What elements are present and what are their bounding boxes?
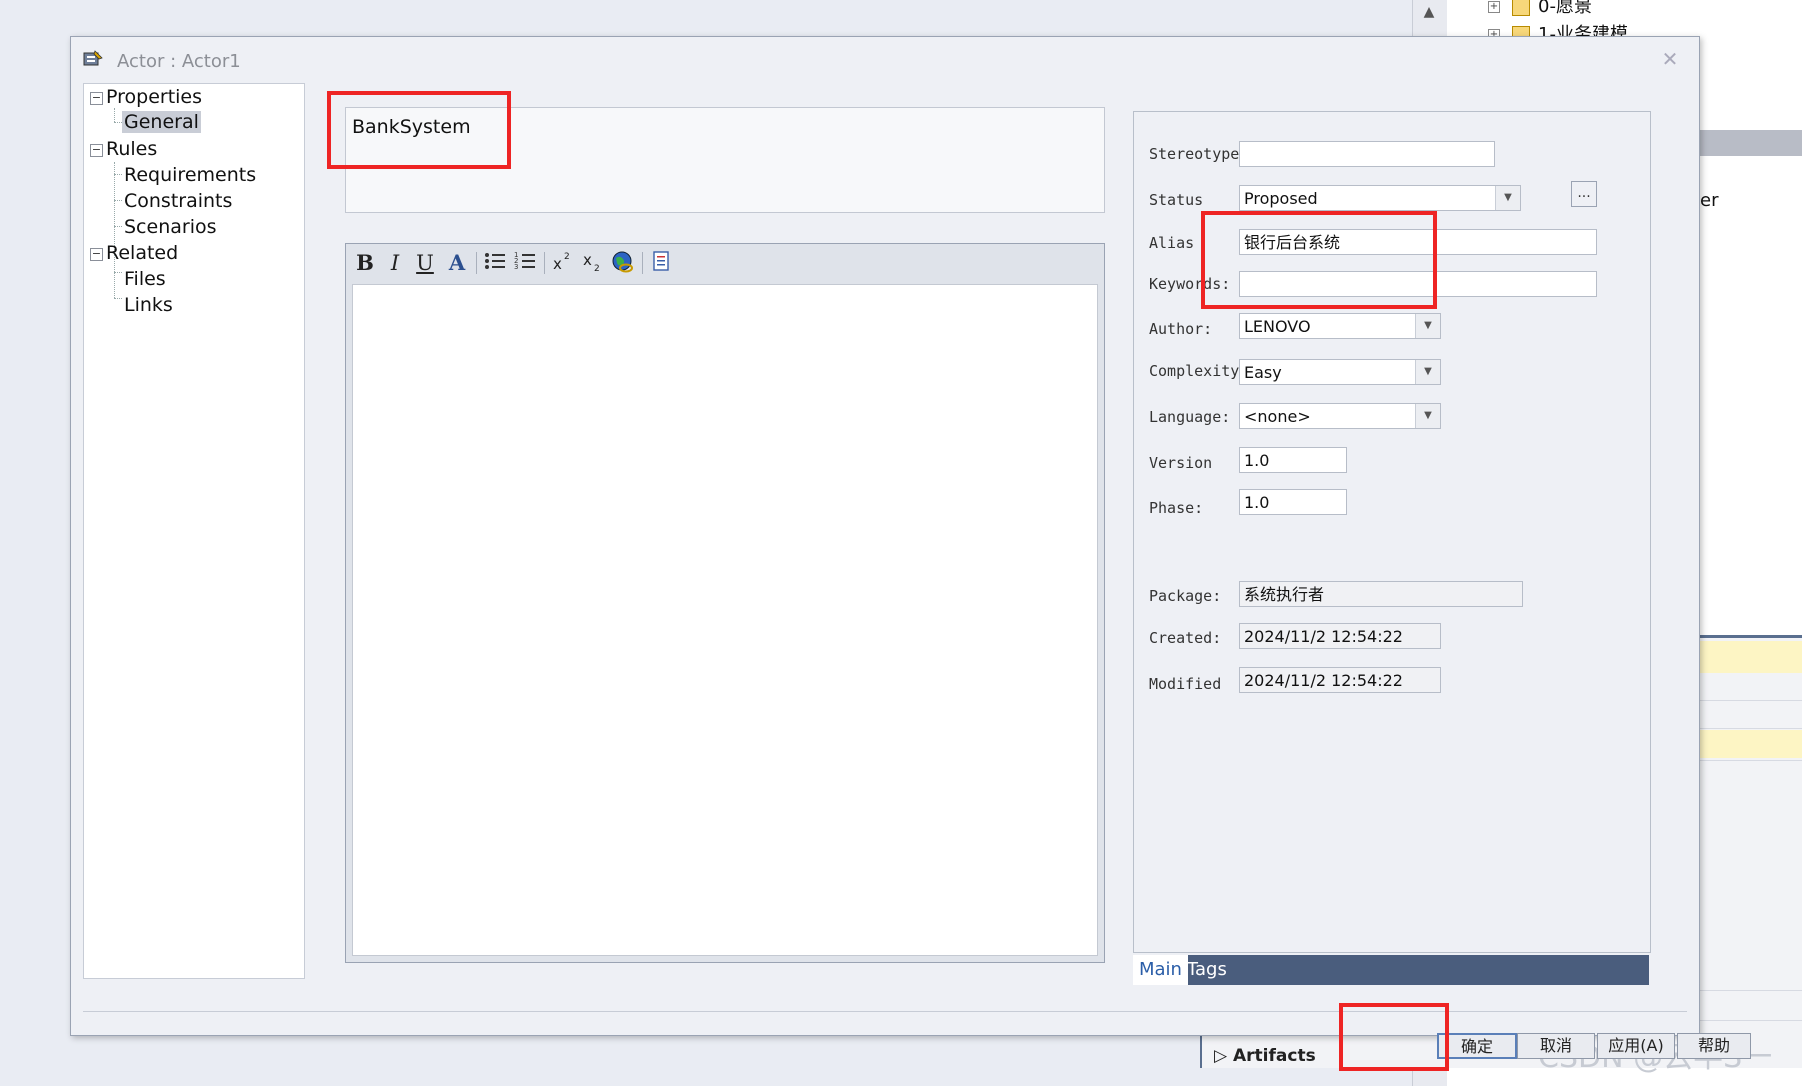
collapse-icon[interactable]: − bbox=[90, 92, 103, 105]
language-select[interactable]: <none> ▼ bbox=[1239, 403, 1441, 429]
complexity-label: Complexity bbox=[1149, 362, 1240, 380]
background-highlight-row bbox=[1700, 641, 1802, 673]
tab-main[interactable]: Main bbox=[1133, 955, 1188, 985]
background-artifacts-label[interactable]: ▷ Artifacts bbox=[1214, 1046, 1316, 1066]
status-label: Status bbox=[1149, 191, 1204, 209]
nav-group-related[interactable]: Related bbox=[106, 242, 178, 264]
chevron-down-icon[interactable]: ▼ bbox=[1415, 360, 1440, 384]
underline-button[interactable]: U bbox=[412, 250, 438, 276]
keywords-field[interactable] bbox=[1239, 271, 1597, 297]
created-label: Created: bbox=[1149, 629, 1222, 647]
button-separator bbox=[83, 1011, 1687, 1012]
phase-label: Phase: bbox=[1149, 499, 1204, 517]
background-highlight-row bbox=[1700, 730, 1802, 758]
svg-text:2: 2 bbox=[564, 252, 570, 262]
notes-toolbar: B I U A 123 x2 x2 bbox=[346, 244, 1104, 282]
svg-text:3: 3 bbox=[514, 263, 518, 271]
created-field: 2024/11/2 12:54:22 bbox=[1239, 623, 1441, 649]
apply-button[interactable]: 应用(A) bbox=[1597, 1033, 1675, 1059]
svg-text:x: x bbox=[583, 251, 592, 269]
actor-properties-dialog: Actor : Actor1 ✕ − Properties General − … bbox=[70, 36, 1751, 1071]
background-partial-text: er bbox=[1700, 190, 1719, 211]
notes-text-area[interactable] bbox=[352, 284, 1098, 956]
nav-group-properties[interactable]: Properties bbox=[106, 86, 202, 108]
complexity-value: Easy bbox=[1244, 363, 1282, 382]
properties-tab-strip: Main Tags bbox=[1133, 955, 1649, 985]
collapse-icon[interactable]: − bbox=[90, 248, 103, 261]
nav-group-rules[interactable]: Rules bbox=[106, 138, 157, 160]
property-nav-tree: − Properties General − Rules Requirement… bbox=[83, 83, 305, 979]
modified-field: 2024/11/2 12:54:22 bbox=[1239, 667, 1441, 693]
modified-label: Modified bbox=[1149, 675, 1222, 693]
cancel-button[interactable]: 取消 bbox=[1517, 1033, 1595, 1059]
background-tree-node[interactable]: +0-愿景 bbox=[1488, 0, 1592, 18]
author-select[interactable]: LENOVO ▼ bbox=[1239, 313, 1441, 339]
version-label: Version bbox=[1149, 454, 1213, 472]
language-value: <none> bbox=[1244, 407, 1311, 426]
chevron-down-icon[interactable]: ▼ bbox=[1415, 404, 1440, 428]
close-icon[interactable]: ✕ bbox=[1655, 45, 1685, 73]
stereotype-field[interactable] bbox=[1239, 141, 1495, 167]
chevron-down-icon[interactable]: ▼ bbox=[1495, 186, 1520, 210]
ok-button[interactable]: 确定 bbox=[1437, 1033, 1517, 1059]
alias-field[interactable]: 银行后台系统 bbox=[1239, 229, 1597, 255]
language-label: Language: bbox=[1149, 408, 1231, 426]
collapse-icon[interactable]: − bbox=[90, 144, 103, 157]
phase-field[interactable]: 1.0 bbox=[1239, 489, 1347, 515]
status-value: Proposed bbox=[1244, 189, 1318, 208]
dialog-titlebar[interactable]: Actor : Actor1 ✕ bbox=[71, 37, 1699, 81]
nav-item-scenarios[interactable]: Scenarios bbox=[124, 216, 217, 238]
document-properties-icon[interactable] bbox=[648, 250, 674, 276]
nav-item-general[interactable]: General bbox=[122, 111, 201, 133]
numbered-list-icon[interactable]: 123 bbox=[512, 250, 538, 276]
hyperlink-globe-icon[interactable] bbox=[610, 250, 636, 276]
keywords-label: Keywords: bbox=[1149, 275, 1231, 293]
italic-button[interactable]: I bbox=[382, 250, 408, 276]
package-field: 系统执行者 bbox=[1239, 581, 1523, 607]
subscript-icon[interactable]: x2 bbox=[580, 250, 606, 276]
svg-text:2: 2 bbox=[594, 264, 600, 272]
expand-icon[interactable]: + bbox=[1488, 1, 1500, 13]
name-value: BankSystem bbox=[352, 116, 471, 138]
font-color-button[interactable]: A bbox=[444, 250, 470, 276]
alias-label: Alias bbox=[1149, 234, 1195, 252]
tab-tags[interactable]: Tags bbox=[1181, 955, 1233, 985]
background-header-band bbox=[1700, 130, 1802, 156]
chevron-down-icon[interactable]: ▼ bbox=[1415, 314, 1440, 338]
svg-text:x: x bbox=[553, 255, 562, 272]
bullet-list-icon[interactable] bbox=[482, 250, 508, 276]
name-field[interactable]: BankSystem bbox=[345, 107, 1105, 213]
package-label: Package: bbox=[1149, 587, 1222, 605]
superscript-icon[interactable]: x2 bbox=[550, 250, 576, 276]
stereotype-label: Stereotype bbox=[1149, 145, 1240, 163]
scroll-up-arrow-icon[interactable]: ▲ bbox=[1412, 4, 1446, 24]
package-icon bbox=[1512, 0, 1530, 16]
actor-app-icon bbox=[83, 49, 103, 69]
complexity-select[interactable]: Easy ▼ bbox=[1239, 359, 1441, 385]
nav-item-files[interactable]: Files bbox=[124, 268, 166, 290]
nav-item-links[interactable]: Links bbox=[124, 294, 173, 316]
nav-item-requirements[interactable]: Requirements bbox=[124, 164, 256, 186]
version-field[interactable]: 1.0 bbox=[1239, 447, 1347, 473]
stereotype-browse-button[interactable]: ... bbox=[1571, 181, 1597, 207]
bold-button[interactable]: B bbox=[352, 250, 378, 276]
status-select[interactable]: Proposed ▼ bbox=[1239, 185, 1521, 211]
author-value: LENOVO bbox=[1244, 317, 1311, 336]
author-label: Author: bbox=[1149, 320, 1213, 338]
notes-editor: B I U A 123 x2 x2 bbox=[345, 243, 1105, 963]
help-button[interactable]: 帮助 bbox=[1677, 1033, 1751, 1059]
nav-item-constraints[interactable]: Constraints bbox=[124, 190, 232, 212]
dialog-title: Actor : Actor1 bbox=[117, 51, 241, 72]
